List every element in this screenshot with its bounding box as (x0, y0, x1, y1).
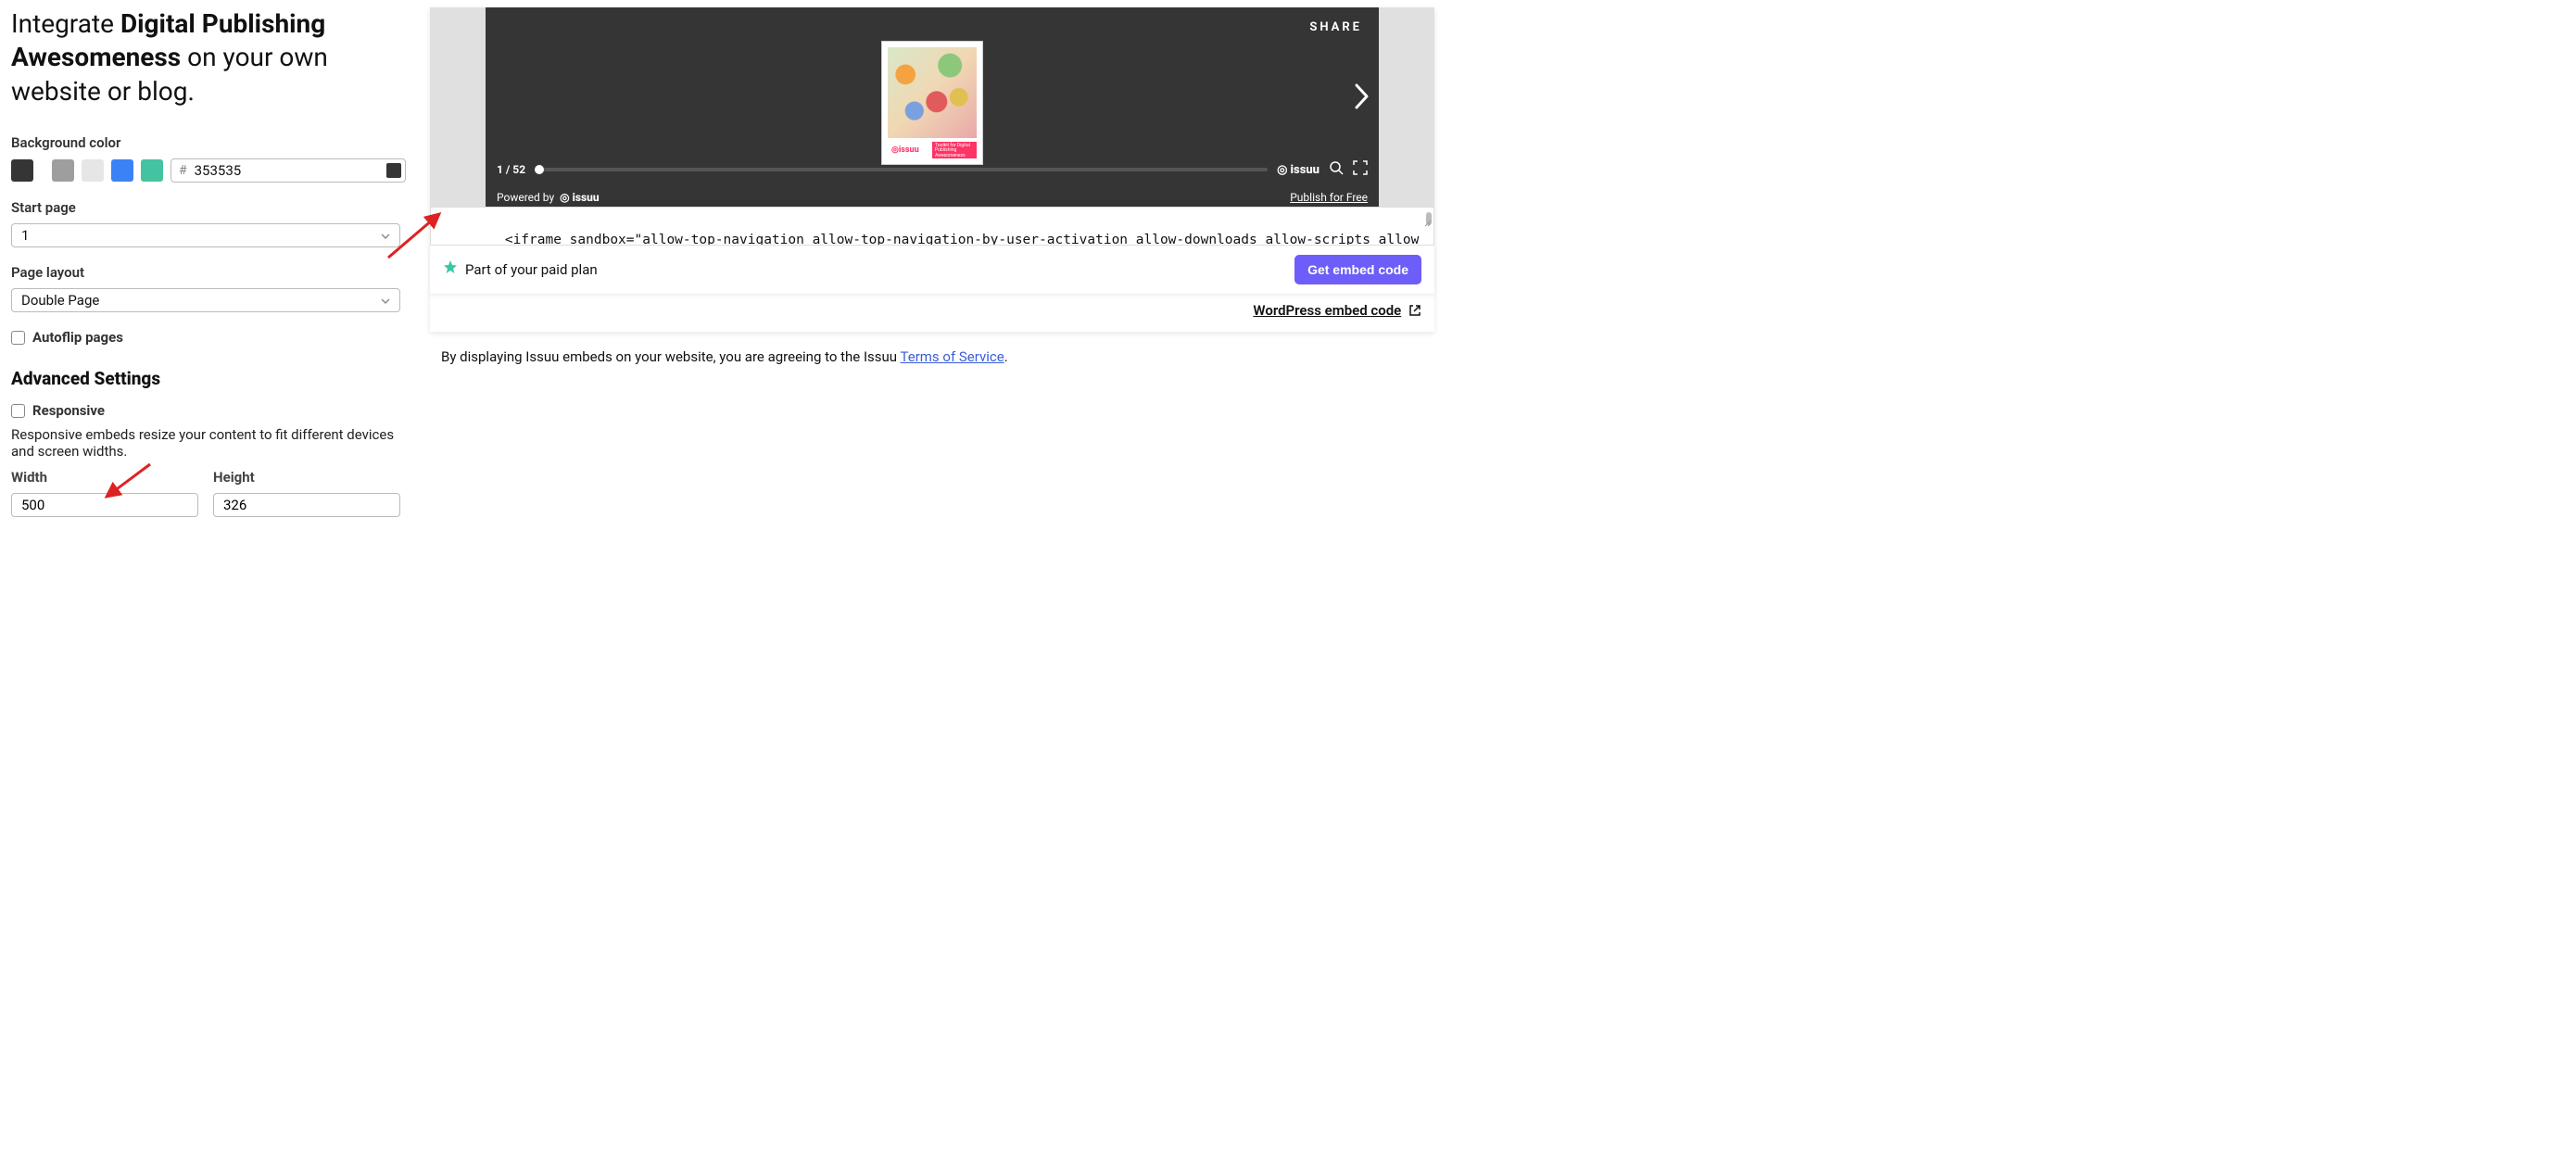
share-button[interactable]: SHARE (1309, 20, 1362, 34)
start-page-value: 1 (21, 227, 29, 244)
progress-knob[interactable] (535, 165, 544, 174)
advanced-settings-header: Advanced Settings (11, 368, 400, 389)
start-page-select[interactable]: 1 (11, 223, 400, 247)
wordpress-embed-link[interactable]: WordPress embed code (1253, 302, 1401, 319)
height-input[interactable] (223, 497, 390, 513)
swatch-lightgray[interactable] (82, 159, 104, 182)
title-pre: Integrate (11, 8, 120, 39)
autoflip-checkbox[interactable] (11, 331, 25, 345)
swatch-blue[interactable] (111, 159, 133, 182)
resize-handle-icon[interactable] (1367, 207, 1432, 243)
responsive-checkbox[interactable] (11, 404, 25, 418)
hex-preview-swatch (386, 163, 401, 178)
chevron-down-icon (381, 294, 390, 307)
start-page-label: Start page (11, 199, 400, 216)
page-layout-value: Double Page (21, 292, 99, 309)
next-page-arrow-icon[interactable] (1353, 83, 1370, 113)
terms-of-service-link[interactable]: Terms of Service (901, 348, 1004, 365)
page-indicator: 1 / 52 (497, 163, 525, 176)
preview-container: SHARE ◎ issuu Toolkit for Digital Publis… (430, 7, 1434, 207)
autoflip-label: Autoflip pages (32, 329, 123, 346)
get-embed-code-button[interactable]: Get embed code (1294, 255, 1421, 284)
cover-artwork (888, 47, 977, 138)
zoom-icon[interactable] (1329, 160, 1344, 179)
star-icon (443, 260, 458, 279)
powered-by-brand[interactable]: ◎ issuu (560, 191, 600, 204)
swatch-gray[interactable] (52, 159, 74, 182)
terms-footnote: By displaying Issuu embeds on your websi… (430, 348, 1434, 365)
progress-bar[interactable] (535, 168, 1268, 171)
swatch-dark[interactable] (11, 159, 33, 182)
publication-cover[interactable]: ◎ issuu Toolkit for Digital Publishing A… (881, 41, 983, 165)
responsive-help-text: Responsive embeds resize your content to… (11, 426, 400, 460)
powered-by-text: Powered by (497, 191, 554, 204)
height-input-wrap[interactable] (213, 493, 400, 517)
embed-code-text: <iframe sandbox="allow-top-navigation al… (440, 233, 1419, 246)
page-layout-select[interactable]: Double Page (11, 288, 400, 312)
external-link-icon (1408, 304, 1421, 321)
height-label: Height (213, 469, 400, 486)
cover-tagline: Toolkit for Digital Publishing Awesomene… (932, 142, 977, 158)
publish-free-link[interactable]: Publish for Free (1290, 191, 1368, 204)
swatch-teal[interactable] (141, 159, 163, 182)
width-label: Width (11, 469, 198, 486)
fullscreen-icon[interactable] (1353, 160, 1368, 179)
chevron-down-icon (381, 229, 390, 242)
preview-player[interactable]: SHARE ◎ issuu Toolkit for Digital Publis… (486, 7, 1379, 188)
width-input-wrap[interactable] (11, 493, 198, 517)
plan-badge-text: Part of your paid plan (465, 261, 598, 278)
issuu-brand-mark[interactable]: ◎ issuu (1277, 163, 1320, 177)
responsive-label: Responsive (32, 402, 105, 419)
embed-code-textarea[interactable]: <iframe sandbox="allow-top-navigation al… (430, 207, 1434, 246)
preview-footer: Powered by ◎ issuu Publish for Free (486, 188, 1379, 207)
page-title: Integrate Digital Publishing Awesomeness… (11, 7, 400, 108)
bg-color-label: Background color (11, 134, 400, 151)
hex-input-wrap[interactable]: # (170, 158, 406, 183)
hex-input[interactable] (195, 162, 379, 179)
width-input[interactable] (21, 497, 188, 513)
cover-brand-logo: ◎ issuu (888, 142, 932, 158)
page-layout-label: Page layout (11, 264, 400, 281)
footnote-pre: By displaying Issuu embeds on your websi… (441, 348, 901, 365)
footnote-post: . (1004, 348, 1008, 365)
hex-hash: # (179, 163, 187, 178)
